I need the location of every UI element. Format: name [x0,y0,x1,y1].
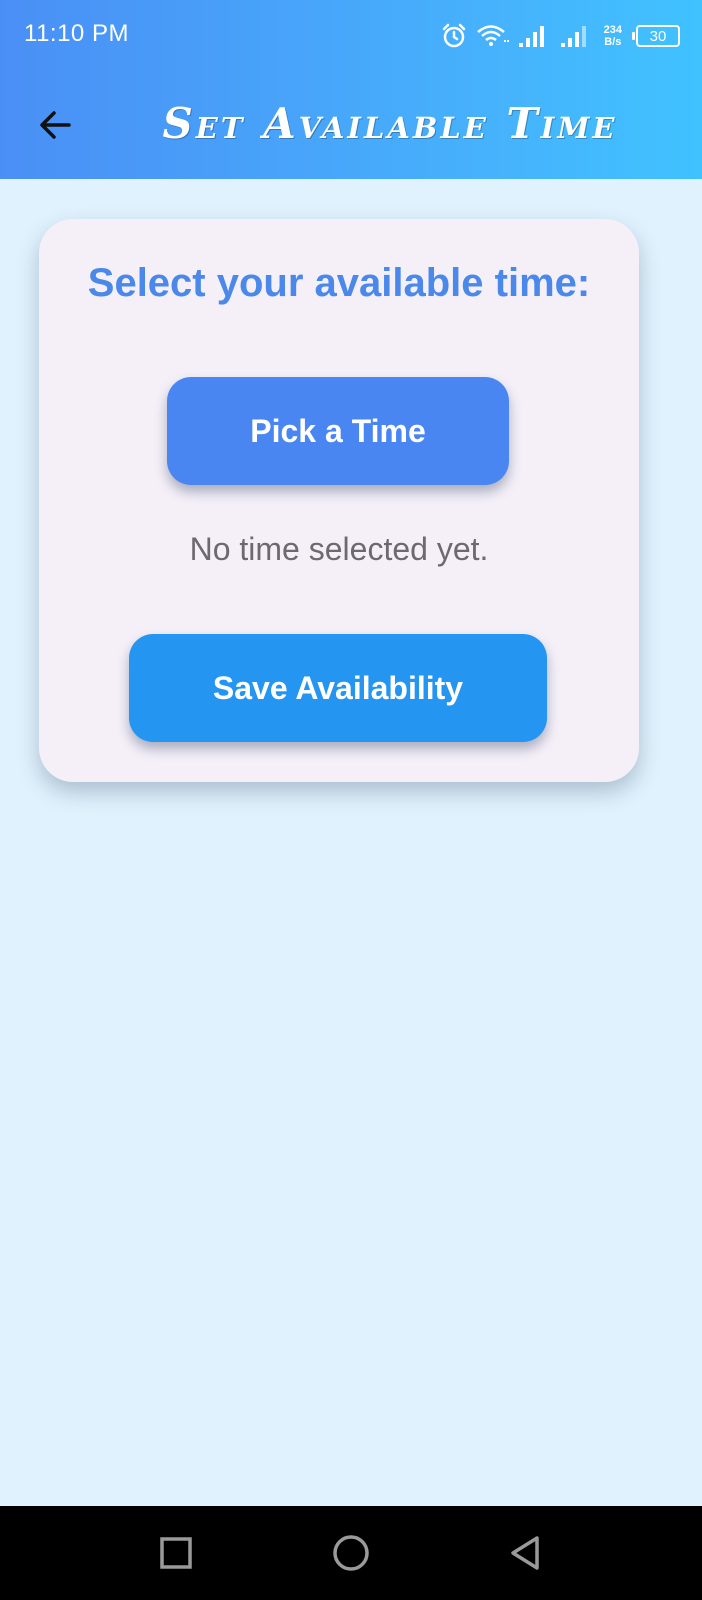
app-bar: 11:10 PM 234 B/s 30 Set Available Time [0,0,702,179]
save-availability-button[interactable]: Save Availability [129,634,547,742]
availability-card: Select your available time: Pick a Time … [39,219,639,782]
battery-level: 30 [649,27,667,45]
arrow-left-icon [40,111,71,139]
battery-icon: 30 [632,25,680,47]
card-heading: Select your available time: [87,261,591,305]
selection-status-text: No time selected yet. [189,531,489,567]
recents-square-icon [160,1537,192,1569]
signal-icon [560,23,594,49]
nav-back-button[interactable] [501,1528,551,1578]
home-button[interactable] [326,1528,376,1578]
status-bar: 11:10 PM 234 B/s 30 [0,0,702,72]
signal-icon [518,23,552,49]
network-speed: 234 B/s [604,24,622,48]
wifi-icon [476,23,510,49]
network-speed-value: 234 [603,24,622,36]
alarm-icon [440,22,468,50]
network-speed-unit: B/s [604,36,622,48]
recents-button[interactable] [151,1528,201,1578]
status-time: 11:10 PM [24,20,129,47]
back-triangle-icon [511,1536,539,1570]
back-button[interactable] [30,100,80,150]
pick-time-button[interactable]: Pick a Time [167,377,509,485]
home-circle-icon [333,1535,369,1571]
status-icons: 234 B/s 30 [440,20,680,52]
system-nav-bar [0,1506,702,1600]
page-title: Set Available Time [162,99,618,148]
